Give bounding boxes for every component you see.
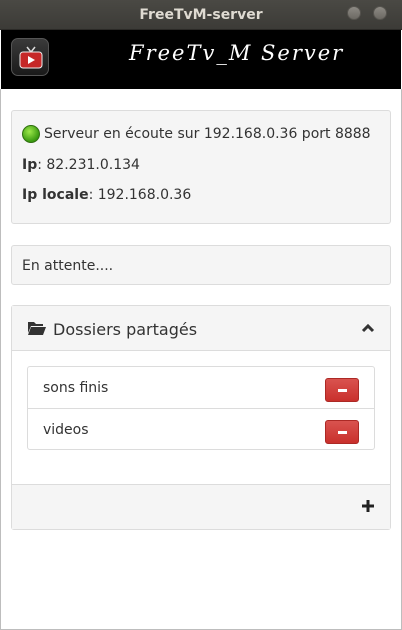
- local-ip-value: : 192.168.0.36: [88, 187, 192, 203]
- shared-folders-panel: Dossiers partagés sons finis videos: [11, 305, 391, 530]
- shared-folders-title: Dossiers partagés: [53, 320, 198, 339]
- chevron-up-icon[interactable]: [361, 323, 375, 333]
- ip-row: Ip: 82.231.0.134: [22, 157, 140, 173]
- app-logo: [11, 38, 49, 76]
- remove-folder-button[interactable]: [325, 420, 359, 444]
- list-item: sons finis: [28, 367, 374, 408]
- close-window-button[interactable]: [373, 6, 387, 20]
- ip-label: Ip: [22, 157, 38, 173]
- window-title: FreeTvM-server: [139, 7, 263, 23]
- window-titlebar: FreeTvM-server: [0, 0, 402, 30]
- waiting-text: En attente....: [22, 258, 114, 274]
- list-item: videos: [28, 408, 374, 449]
- status-indicator-icon: [22, 125, 40, 143]
- waiting-panel: En attente....: [11, 245, 391, 285]
- local-ip-row: Ip locale: 192.168.0.36: [22, 187, 191, 203]
- shared-folders-footer: [12, 484, 390, 529]
- add-folder-button[interactable]: [362, 500, 374, 512]
- app-banner: FreeTv_M Server: [1, 30, 401, 89]
- folder-name: videos: [43, 422, 89, 438]
- status-text: Serveur en écoute sur 192.168.0.36 port …: [44, 126, 371, 142]
- tv-icon: [19, 46, 43, 69]
- local-ip-label: Ip locale: [22, 187, 89, 203]
- folder-name: sons finis: [43, 380, 109, 396]
- minimize-button[interactable]: [347, 6, 361, 20]
- ip-value: : 82.231.0.134: [37, 157, 140, 173]
- shared-folders-header[interactable]: Dossiers partagés: [12, 306, 390, 351]
- banner-title: FreeTv_M Server: [129, 41, 345, 65]
- shared-folders-list: sons finis videos: [27, 366, 375, 450]
- remove-folder-button[interactable]: [325, 378, 359, 402]
- folder-open-icon: [28, 322, 46, 335]
- status-row: Serveur en écoute sur 192.168.0.36 port …: [22, 125, 371, 143]
- server-info-panel: Serveur en écoute sur 192.168.0.36 port …: [11, 110, 391, 224]
